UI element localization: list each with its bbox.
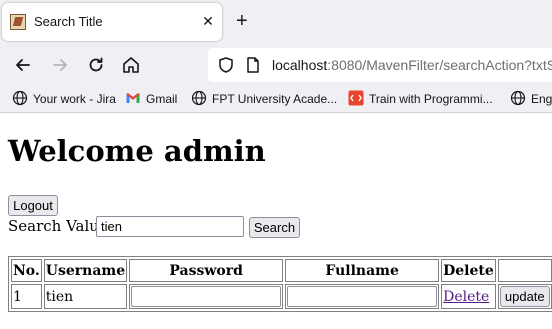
back-icon[interactable] [10, 52, 36, 78]
cell-delete: Delete [441, 284, 496, 309]
header-username: Username [43, 259, 128, 282]
cell-fullname [285, 284, 440, 309]
update-button[interactable]: update [499, 286, 550, 307]
new-tab-icon[interactable]: + [236, 10, 248, 32]
password-field[interactable] [131, 286, 282, 307]
cell-no: 1 [11, 284, 42, 309]
search-input[interactable] [96, 216, 244, 237]
bookmark-fpt[interactable]: FPT University Acade... [191, 90, 337, 108]
gmail-icon [125, 90, 141, 106]
bookmark-jira[interactable]: Your work - Jira [12, 90, 116, 108]
header-no: No. [11, 259, 42, 282]
fullname-field[interactable] [287, 286, 438, 307]
table-header-row: No. Username Password Fullname Delete [11, 259, 552, 282]
home-icon[interactable] [118, 52, 144, 78]
globe-icon [510, 90, 526, 106]
page-content: Welcome admin Logout Search Value Search… [0, 113, 552, 329]
cell-password [129, 284, 284, 309]
bookmark-programming[interactable]: Train with Programmi... [348, 90, 493, 108]
tab-title: Search Title [34, 14, 103, 29]
logout-button[interactable]: Logout [8, 195, 58, 216]
shield-icon[interactable] [217, 56, 235, 74]
address-bar[interactable]: localhost:8080/MavenFilter/searchAction?… [208, 48, 552, 82]
search-label: Search Value [8, 217, 108, 235]
globe-icon [12, 90, 28, 106]
header-fullname: Fullname [285, 259, 440, 282]
header-delete: Delete [441, 259, 496, 282]
favicon-icon [10, 14, 26, 30]
delete-link[interactable]: Delete [443, 289, 489, 305]
header-update [497, 259, 552, 282]
bookmark-gmail[interactable]: Gmail [125, 90, 177, 108]
browser-tab[interactable]: Search Title ✕ [2, 3, 222, 41]
header-password: Password [129, 259, 284, 282]
cell-username: tien [43, 284, 128, 309]
bookmark-engi[interactable]: Engi [510, 90, 552, 108]
search-button[interactable]: Search [249, 217, 300, 238]
table-row: 1 tien Delete update [11, 284, 552, 309]
bookmarks-bar: Your work - Jira Gmail FPT University Ac… [0, 87, 552, 111]
close-tab-icon[interactable]: ✕ [200, 11, 216, 31]
cell-update: update [497, 284, 552, 309]
forward-icon[interactable] [47, 52, 73, 78]
browser-chrome: Search Title ✕ + localhost:8080/MavenFil… [0, 0, 552, 113]
page-heading: Welcome admin [8, 134, 266, 168]
page-info-icon[interactable] [244, 56, 262, 74]
globe-icon [191, 90, 207, 106]
reload-icon[interactable] [83, 52, 109, 78]
url-text[interactable]: localhost:8080/MavenFilter/searchAction?… [272, 57, 552, 73]
results-table: No. Username Password Fullname Delete 1 … [8, 256, 552, 312]
code-icon [348, 90, 364, 106]
